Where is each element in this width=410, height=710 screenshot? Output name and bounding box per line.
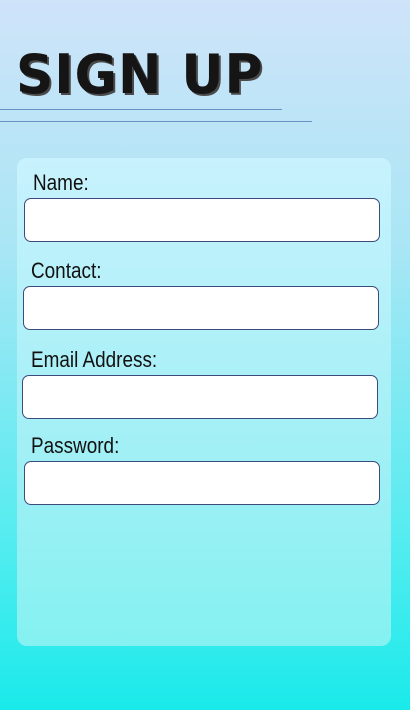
name-field[interactable] xyxy=(24,198,380,242)
title-underline-secondary xyxy=(0,121,312,122)
password-label: Password: xyxy=(31,433,120,458)
signup-form-card: Name: Contact: Email Address: Password: xyxy=(17,158,391,646)
contact-field[interactable] xyxy=(23,286,379,330)
email-label: Email Address: xyxy=(31,347,158,372)
email-field[interactable] xyxy=(22,375,378,419)
password-field[interactable] xyxy=(24,461,380,505)
contact-label: Contact: xyxy=(31,258,102,283)
title-underline xyxy=(0,109,282,110)
page-title: SIGN UP xyxy=(16,43,264,106)
name-label: Name: xyxy=(33,170,89,195)
